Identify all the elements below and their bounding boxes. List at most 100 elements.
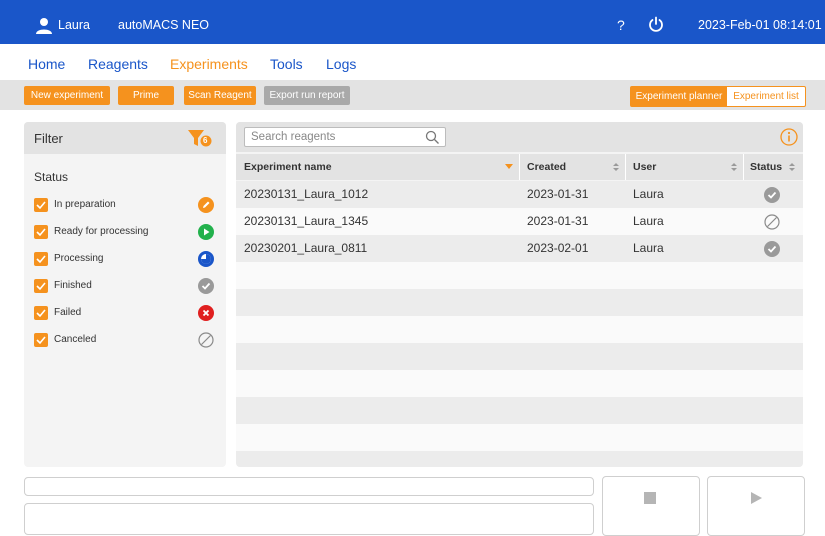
- cell-created: 2023-02-01: [527, 241, 589, 255]
- status-filter-canceled[interactable]: Canceled: [34, 332, 214, 351]
- status-filter-failed[interactable]: Failed: [34, 305, 214, 324]
- cancel-icon: [198, 332, 214, 348]
- prime-button[interactable]: Prime: [118, 86, 174, 105]
- column-divider: [743, 154, 744, 180]
- empty-row: [236, 451, 803, 467]
- column-divider: [625, 154, 626, 180]
- table-row[interactable]: 20230131_Laura_1345 2023-01-31 Laura: [236, 208, 803, 235]
- nav-experiments[interactable]: Experiments: [170, 56, 248, 72]
- checkbox[interactable]: [34, 306, 48, 320]
- cell-experiment-name: 20230131_Laura_1012: [244, 187, 369, 201]
- play-icon: [751, 492, 762, 504]
- start-button[interactable]: [707, 476, 805, 536]
- checkbox[interactable]: [34, 198, 48, 212]
- check-mark-icon: [36, 336, 46, 345]
- filter-title: Filter: [34, 131, 63, 146]
- empty-row: [236, 316, 803, 343]
- status-label: In preparation: [54, 199, 116, 210]
- table-header: Experiment name Created User Status: [236, 154, 803, 180]
- nav-home[interactable]: Home: [28, 56, 65, 72]
- user-icon: [36, 18, 52, 34]
- datetime: 2023-Feb-01 08:14:01: [698, 18, 822, 32]
- empty-row: [236, 424, 803, 451]
- filter-badge-count: 6: [203, 136, 208, 145]
- empty-row: [236, 370, 803, 397]
- status-filter-ready-for-processing[interactable]: Ready for processing: [34, 224, 214, 243]
- stop-icon: [644, 492, 656, 504]
- progress-icon: [198, 251, 214, 267]
- check-mark-icon: [36, 282, 46, 291]
- experiments-panel: Search reagents Experiment name Created …: [236, 122, 803, 467]
- status-filter-processing[interactable]: Processing: [34, 251, 214, 270]
- filter-panel: Filter 6 Status In preparation Ready for…: [24, 122, 226, 467]
- export-run-report-button[interactable]: Export run report: [264, 86, 350, 105]
- cell-user: Laura: [633, 214, 664, 228]
- status-label: Finished: [54, 280, 92, 291]
- help-icon[interactable]: ?: [617, 0, 625, 44]
- search-icon[interactable]: [425, 130, 440, 145]
- status-label: Processing: [54, 253, 104, 264]
- stop-button[interactable]: [602, 476, 700, 536]
- sort-icon[interactable]: [788, 162, 796, 172]
- cell-user: Laura: [633, 187, 664, 201]
- cell-created: 2023-01-31: [527, 187, 589, 201]
- sort-icon[interactable]: [730, 162, 738, 172]
- status-filter-in-preparation[interactable]: In preparation: [34, 197, 214, 216]
- status-label: Failed: [54, 307, 82, 318]
- check-mark-icon: [36, 309, 46, 318]
- check-icon: [764, 241, 780, 257]
- filter-header: Filter 6: [24, 122, 226, 154]
- top-bar: Laura autoMACS NEO ? 2023-Feb-01 08:14:0…: [0, 0, 825, 44]
- filter-icon[interactable]: [188, 130, 214, 148]
- power-icon[interactable]: [648, 16, 664, 32]
- new-experiment-button[interactable]: New experiment: [24, 86, 110, 105]
- checkbox[interactable]: [34, 225, 48, 239]
- cell-user: Laura: [633, 241, 664, 255]
- cell-experiment-name: 20230201_Laura_0811: [244, 241, 368, 255]
- check-mark-icon: [36, 255, 46, 264]
- search-input[interactable]: Search reagents: [244, 127, 446, 147]
- checkbox[interactable]: [34, 333, 48, 347]
- pencil-icon: [198, 197, 214, 213]
- search-bar: Search reagents: [236, 122, 803, 152]
- nav-tools[interactable]: Tools: [270, 56, 303, 72]
- app-name: autoMACS NEO: [118, 18, 210, 32]
- column-header-user[interactable]: User: [633, 154, 656, 180]
- info-icon[interactable]: [780, 128, 798, 146]
- column-divider: [519, 154, 520, 180]
- search-placeholder: Search reagents: [251, 131, 336, 143]
- nav-reagents[interactable]: Reagents: [88, 56, 148, 72]
- nav-logs[interactable]: Logs: [326, 56, 356, 72]
- table-row[interactable]: 20230131_Laura_1012 2023-01-31 Laura: [236, 181, 803, 208]
- status-label: Canceled: [54, 334, 97, 345]
- cell-created: 2023-01-31: [527, 214, 589, 228]
- cell-experiment-name: 20230131_Laura_1345: [244, 214, 369, 228]
- cancel-icon: [764, 214, 780, 230]
- status-heading: Status: [34, 170, 69, 184]
- message-box: [24, 503, 594, 535]
- check-mark-icon: [36, 228, 46, 237]
- empty-row: [236, 397, 803, 424]
- column-header-status[interactable]: Status: [750, 154, 782, 180]
- column-header-experiment-name[interactable]: Experiment name: [244, 154, 332, 180]
- experiment-planner-tab[interactable]: Experiment planner: [630, 86, 728, 107]
- experiment-list-tab[interactable]: Experiment list: [726, 86, 806, 107]
- toolbar: New experiment Prime Scan Reagent Export…: [0, 80, 825, 110]
- status-filter-finished[interactable]: Finished: [34, 278, 214, 297]
- check-icon: [198, 278, 214, 294]
- checkbox[interactable]: [34, 279, 48, 293]
- empty-row: [236, 289, 803, 316]
- progress-bar: [24, 477, 594, 496]
- check-mark-icon: [36, 201, 46, 210]
- check-icon: [764, 187, 780, 203]
- user-name[interactable]: Laura: [58, 0, 90, 44]
- scan-reagent-button[interactable]: Scan Reagent: [184, 86, 256, 105]
- table-row[interactable]: 20230201_Laura_0811 2023-02-01 Laura: [236, 235, 803, 262]
- column-header-created[interactable]: Created: [527, 154, 566, 180]
- sort-icon[interactable]: [612, 162, 620, 172]
- empty-row: [236, 262, 803, 289]
- sort-desc-icon[interactable]: [504, 162, 514, 172]
- play-icon: [198, 224, 214, 240]
- checkbox[interactable]: [34, 252, 48, 266]
- x-icon: [198, 305, 214, 321]
